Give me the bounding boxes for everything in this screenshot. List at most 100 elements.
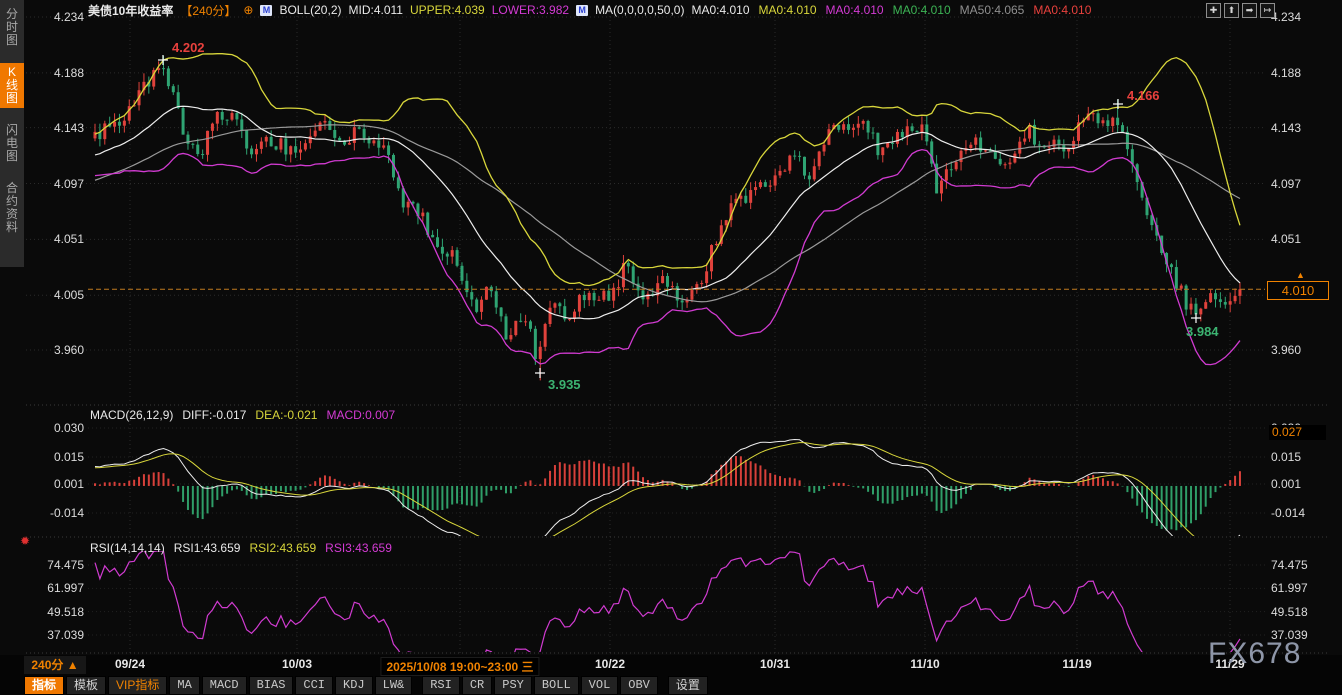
indicator-button-OBV[interactable]: OBV — [620, 676, 658, 695]
rsi-tick-left: 61.997 — [26, 581, 84, 595]
rsi2-value: RSI2:43.659 — [249, 541, 316, 555]
price-tick-right: 4.051 — [1271, 232, 1301, 246]
rsi-tick-right: 49.518 — [1271, 605, 1308, 619]
fx678-watermark: FX678 — [1208, 637, 1301, 671]
sidebar-tab-分时图[interactable]: 分时图 — [0, 5, 24, 50]
toolbar-tab-VIP指标[interactable]: VIP指标 — [108, 676, 167, 695]
indicator-button-RSI[interactable]: RSI — [422, 676, 460, 695]
price-tick-left: 4.143 — [26, 121, 84, 135]
date-label-10/22: 10/22 — [595, 657, 625, 671]
sidebar-tab-char: 图 — [6, 92, 18, 105]
rsi3-value: RSI3:43.659 — [325, 541, 392, 555]
settings-button[interactable]: 设置 — [668, 676, 708, 695]
indicator-button-BOLL[interactable]: BOLL — [534, 676, 579, 695]
macd-tick-left: 0.015 — [26, 450, 84, 464]
chart-canvas[interactable] — [0, 0, 1342, 695]
price-tick-right: 3.960 — [1271, 343, 1301, 357]
instrument-title: 美债10年收益率 — [88, 2, 173, 19]
price-tick-left: 4.097 — [26, 177, 84, 191]
indicator-button-LW&[interactable]: LW& — [375, 676, 413, 695]
date-label-10/31: 10/31 — [760, 657, 790, 671]
macd-axis-tag: 0.027 — [1269, 425, 1326, 440]
rsi1-value: RSI1:43.659 — [174, 541, 241, 555]
price-annotation-4.166: 4.166 — [1127, 88, 1160, 103]
price-tick-left: 3.960 — [26, 343, 84, 357]
ma-value-0: MA0:4.010 — [691, 3, 749, 17]
zoom-axis-up-icon[interactable]: ⬆ — [1224, 3, 1239, 18]
sidebar-tab-闪电图[interactable]: 闪电图 — [0, 121, 24, 166]
boll-upper-value: UPPER:4.039 — [410, 3, 485, 17]
rsi-tick-left: 49.518 — [26, 605, 84, 619]
zoom-plus-icon[interactable]: ⊕ — [243, 3, 253, 17]
indicator-alert-icon: ✹ — [20, 534, 30, 548]
sidebar-tab-K线图[interactable]: K线图 — [0, 63, 24, 108]
ma-values-group: MA0:4.010 MA0:4.010 MA0:4.010 MA0:4.010 MA50… — [691, 3, 1091, 17]
pan-crosshair-icon[interactable]: ✚ — [1206, 3, 1221, 18]
indicator-button-CCI[interactable]: CCI — [295, 676, 333, 695]
price-tick-left: 4.234 — [26, 10, 84, 24]
indicator-button-VOL[interactable]: VOL — [581, 676, 619, 695]
shift-chart-right-icon[interactable]: ↦ — [1260, 3, 1275, 18]
indicator-button-PSY[interactable]: PSY — [494, 676, 532, 695]
boll-indicator-icon: M — [260, 5, 272, 16]
rsi-tick-right: 61.997 — [1271, 581, 1308, 595]
macd-tick-right: 0.015 — [1271, 450, 1301, 464]
rsi-panel-header: RSI(14,14,14) RSI1:43.659 RSI2:43.659 RS… — [90, 541, 392, 555]
price-tick-left: 4.005 — [26, 288, 84, 302]
price-tag-arrow-icon: ▲ — [1296, 270, 1305, 280]
macd-dea-value: DEA:-0.021 — [255, 408, 317, 422]
sidebar-tab-char: 料 — [6, 221, 18, 234]
trading-app-window: 分时图 K线图闪电图合约资料 美债10年收益率 【240分】 ⊕ M BOLL(2… — [0, 0, 1342, 695]
boll-lower-value: LOWER:3.982 — [492, 3, 569, 17]
indicator-button-MACD[interactable]: MACD — [202, 676, 247, 695]
indicator-button-KDJ[interactable]: KDJ — [335, 676, 373, 695]
price-tick-left: 4.188 — [26, 66, 84, 80]
macd-tick-right: -0.014 — [1271, 506, 1305, 520]
date-label-09/24: 09/24 — [115, 657, 145, 671]
macd-panel-header: MACD(26,12,9) DIFF:-0.017 DEA:-0.021 MAC… — [90, 408, 395, 422]
price-tick-right: 4.143 — [1271, 121, 1301, 135]
zoom-axis-right-icon[interactable]: ➡ — [1242, 3, 1257, 18]
indicator-button-CR[interactable]: CR — [462, 676, 492, 695]
interval-badge: 【240分】 — [180, 2, 236, 19]
ma-value-4: MA50:4.065 — [960, 3, 1025, 17]
rsi-tick-right: 74.475 — [1271, 558, 1308, 572]
sidebar-tab-合约资料[interactable]: 合约资料 — [0, 179, 24, 237]
date-label-11/10: 11/10 — [910, 657, 939, 671]
macd-tick-right: 0.001 — [1271, 477, 1301, 491]
time-axis-row: 240分 ▲ 09/24 10/03 2025/10/08 19:00~23:00 … — [0, 655, 1342, 676]
ma-value-2: MA0:4.010 — [826, 3, 884, 17]
ma-params-label: MA(0,0,0,0,50,0) — [595, 3, 684, 17]
sidebar-chart-modes: 分时图 K线图闪电图合约资料 — [0, 0, 24, 267]
ma-indicator-icon: M — [576, 5, 588, 16]
sidebar-tab-char: 图 — [6, 150, 18, 163]
last-price-tag: 4.010 — [1267, 281, 1329, 300]
price-annotation-3.984: 3.984 — [1186, 324, 1219, 339]
macd-params-label: MACD(26,12,9) — [90, 408, 173, 422]
chart-header: 美债10年收益率 【240分】 ⊕ M BOLL(20,2) MID:4.011… — [88, 2, 1091, 18]
macd-tick-left: -0.014 — [26, 506, 84, 520]
price-tick-right: 4.234 — [1271, 10, 1301, 24]
macd-diff-value: DIFF:-0.017 — [182, 408, 246, 422]
price-annotation-4.202: 4.202 — [172, 40, 205, 55]
macd-tick-left: 0.001 — [26, 477, 84, 491]
boll-label: BOLL(20,2) — [279, 3, 341, 17]
toolbar-tab-模板[interactable]: 模板 — [66, 676, 106, 695]
price-tick-right: 4.097 — [1271, 177, 1301, 191]
current-bar-time-label[interactable]: 2025/10/08 19:00~23:00 三 — [380, 657, 539, 676]
price-tick-left: 4.051 — [26, 232, 84, 246]
ma-value-3: MA0:4.010 — [893, 3, 951, 17]
date-label-10/03: 10/03 — [282, 657, 312, 671]
rsi-params-label: RSI(14,14,14) — [90, 541, 165, 555]
chart-tool-icons: ✚⬆➡↦ — [1206, 3, 1275, 18]
price-annotation-3.935: 3.935 — [548, 377, 581, 392]
ma-value-5: MA0:4.010 — [1033, 3, 1091, 17]
boll-mid-value: MID:4.011 — [349, 3, 403, 17]
macd-tick-left: 0.030 — [26, 421, 84, 435]
ma-value-1: MA0:4.010 — [759, 3, 817, 17]
rsi-tick-left: 37.039 — [26, 628, 84, 642]
indicator-button-BIAS[interactable]: BIAS — [249, 676, 294, 695]
toolbar-tab-指标[interactable]: 指标 — [24, 676, 64, 695]
indicator-button-MA[interactable]: MA — [169, 676, 199, 695]
interval-selector[interactable]: 240分 ▲ — [24, 656, 86, 674]
